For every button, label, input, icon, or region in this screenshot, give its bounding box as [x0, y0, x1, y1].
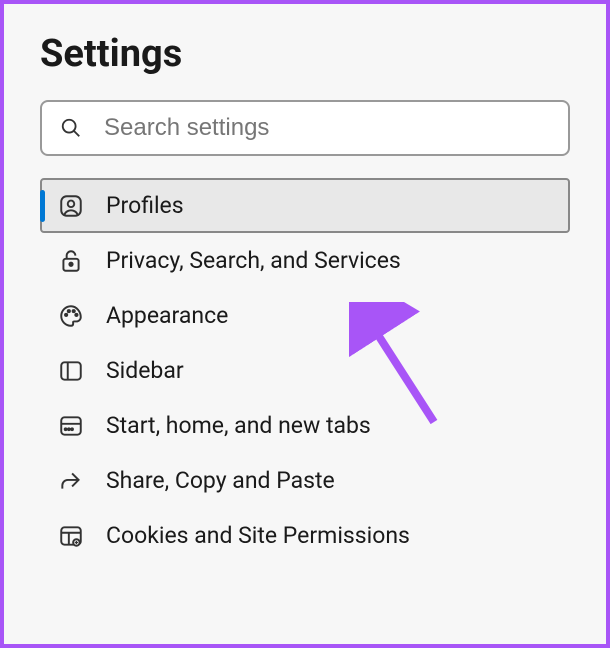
nav-item-cookies[interactable]: Cookies and Site Permissions: [40, 508, 570, 563]
nav-item-start[interactable]: Start, home, and new tabs: [40, 398, 570, 453]
nav-item-label: Cookies and Site Permissions: [106, 522, 410, 549]
nav-item-label: Profiles: [106, 192, 184, 219]
profile-icon: [58, 193, 84, 219]
nav-item-appearance[interactable]: Appearance: [40, 288, 570, 343]
nav-item-label: Sidebar: [106, 357, 184, 384]
nav-item-profiles[interactable]: Profiles: [40, 178, 570, 233]
share-icon: [58, 468, 84, 494]
sidebar-icon: [58, 358, 84, 384]
page-title: Settings: [40, 32, 570, 76]
nav-item-share[interactable]: Share, Copy and Paste: [40, 453, 570, 508]
nav-item-privacy[interactable]: Privacy, Search, and Services: [40, 233, 570, 288]
nav-item-label: Privacy, Search, and Services: [106, 247, 401, 274]
tabs-icon: [58, 413, 84, 439]
nav-item-sidebar[interactable]: Sidebar: [40, 343, 570, 398]
cookies-icon: [58, 523, 84, 549]
palette-icon: [58, 303, 84, 329]
search-box[interactable]: [40, 100, 570, 156]
nav-item-label: Appearance: [106, 302, 228, 329]
nav-item-label: Start, home, and new tabs: [106, 412, 371, 439]
search-input[interactable]: [104, 114, 550, 142]
search-icon: [60, 117, 82, 139]
lock-icon: [58, 248, 84, 274]
settings-nav: Profiles Privacy, Search, and Services: [40, 178, 570, 563]
nav-item-label: Share, Copy and Paste: [106, 467, 335, 494]
